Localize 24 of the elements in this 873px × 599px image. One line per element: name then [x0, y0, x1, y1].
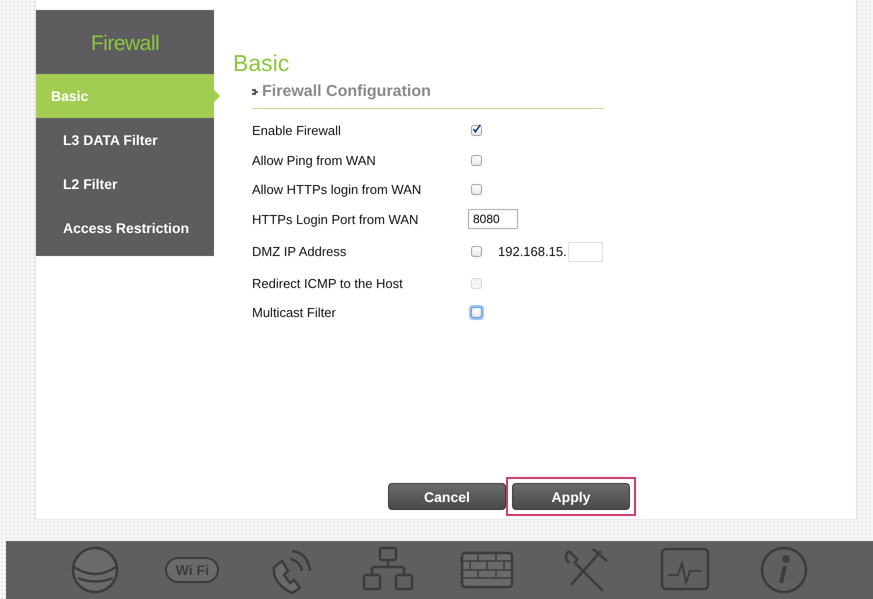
- checkbox[interactable]: [471, 184, 482, 194]
- section-title: Firewall Configuration: [262, 83, 431, 101]
- pointer-icon: [214, 90, 220, 102]
- checkbox[interactable]: [471, 154, 482, 166]
- sidebar-title: Firewall: [90, 31, 160, 57]
- page-title: Basic: [233, 50, 290, 77]
- action-button[interactable]: Apply: [512, 483, 630, 510]
- ip-field[interactable]: [568, 242, 603, 262]
- port-field[interactable]: 8080: [468, 209, 518, 229]
- field-label: Multicast Filter: [252, 304, 337, 320]
- field-label: Redirect ICMP to the Host: [252, 276, 404, 290]
- field-label: Enable Firewall: [252, 122, 342, 138]
- field-label: Allow Ping from WAN: [252, 152, 377, 168]
- checkbox[interactable]: [471, 124, 482, 136]
- sidebar-item[interactable]: L3 DATA Filter: [36, 118, 214, 162]
- sidebar-item[interactable]: L2 Filter: [36, 162, 214, 206]
- field-label: DMZ IP Address: [252, 244, 348, 259]
- action-button[interactable]: Cancel: [388, 483, 506, 510]
- sidebar-item[interactable]: Access Restriction: [36, 206, 214, 250]
- checkbox[interactable]: [471, 246, 482, 257]
- field-label: HTTPs Login Port from WAN: [252, 212, 420, 226]
- ip-prefix: 192.168.15.: [498, 244, 567, 259]
- bullet-icon: [252, 88, 260, 96]
- field-label: Allow HTTPs login from WAN: [252, 182, 422, 196]
